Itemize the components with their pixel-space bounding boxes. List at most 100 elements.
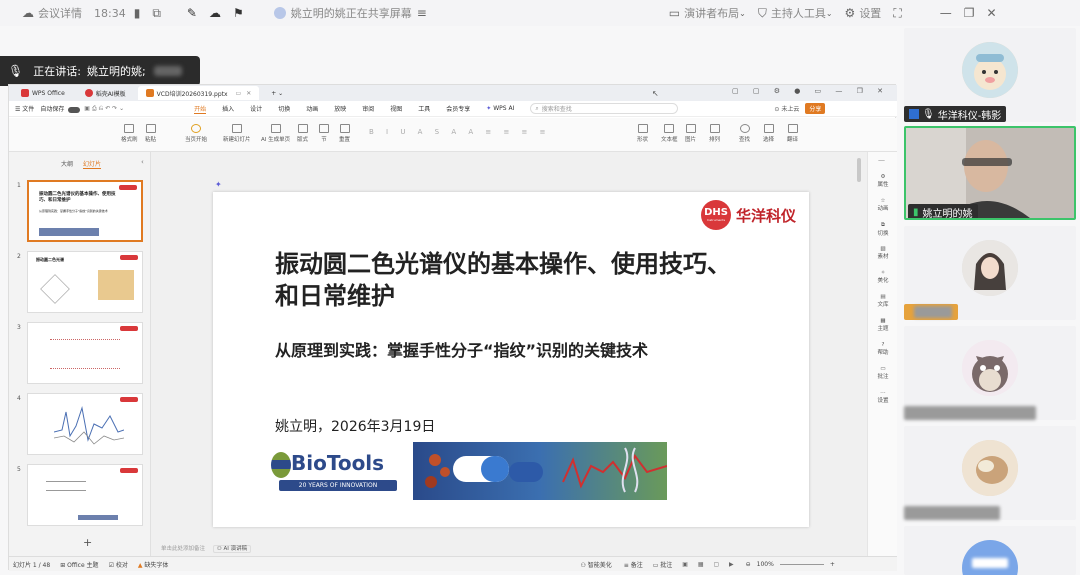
translate-button[interactable]: 翻译	[787, 124, 798, 143]
tab-slides[interactable]: 幻灯片	[82, 161, 101, 169]
tab-outline[interactable]: 大纲	[61, 161, 73, 168]
participant-tile[interactable]	[904, 526, 1076, 575]
menu-wps-ai[interactable]: ✦ WPS AI	[486, 105, 514, 112]
textbox-button[interactable]: 文本框	[661, 124, 678, 143]
participant-tile-active-speaker[interactable]: ▮ 姚立明的姚	[904, 126, 1076, 220]
rail-collapse-icon[interactable]: —	[878, 156, 885, 164]
blurred-name	[904, 406, 1036, 420]
presenter-layout-button[interactable]: ▭ 演讲者布局 ⌄	[669, 5, 746, 21]
new-tab-button[interactable]: + ⌄	[263, 86, 291, 100]
host-tools-button[interactable]: ⛉ 主持人工具 ⌄	[758, 5, 833, 21]
weather-button[interactable]: ☁	[209, 6, 221, 20]
shape-button[interactable]: 形状	[637, 124, 648, 143]
slide-thumbnail-4[interactable]	[27, 393, 143, 455]
dhs-logo-cn: 华洋科仪	[736, 206, 797, 225]
menu-home[interactable]: 开始	[194, 104, 207, 114]
rail-theme[interactable]: ▦ 主题	[868, 318, 898, 332]
vertical-scrollbar[interactable]	[857, 158, 861, 182]
cloud-status[interactable]: ⊙ 未上云	[774, 104, 799, 113]
tab-pptx-file[interactable]: VCD培训20260319.pptx ▭ ✕	[137, 86, 260, 100]
add-slide-button[interactable]: +	[83, 536, 92, 549]
menu-review[interactable]: 审阅	[362, 104, 374, 113]
zoom-in-icon[interactable]: +	[830, 561, 835, 568]
missing-font-button[interactable]: ▲ 缺失字体	[138, 560, 169, 569]
rail-animation[interactable]: ☆ 动画	[868, 198, 898, 212]
menu-tools[interactable]: 工具	[418, 104, 430, 113]
slide-thumbnail-3[interactable]	[27, 322, 143, 384]
participant-tile[interactable]	[904, 426, 1076, 520]
paste-button[interactable]: 粘贴	[145, 124, 156, 143]
quick-access-icons[interactable]: ▣ ⎙ ⎌ ↶ ↷ ⌄	[84, 105, 124, 113]
start-current-button[interactable]: 当页开始	[185, 124, 207, 143]
participant-tile[interactable]: 🎙 华洋科仪-韩影	[904, 28, 1076, 122]
picture-button[interactable]: 图片	[685, 124, 696, 143]
share-button[interactable]: 分享	[805, 103, 826, 114]
settings-button[interactable]: ⚙ 设置	[845, 5, 882, 21]
comment-icon: ▭	[880, 366, 886, 372]
menu-member[interactable]: 会员专享	[446, 104, 470, 113]
layout-button[interactable]: 版式	[297, 124, 308, 143]
smart-beautify-button[interactable]: ⚇ 智能美化	[580, 560, 611, 569]
dhs-logo: DHS Instruments 华洋科仪	[701, 200, 796, 230]
biotools-logo: BioTools 20 YEARS OF INNOVATION	[271, 448, 399, 494]
participant-tile[interactable]	[904, 226, 1076, 320]
current-slide[interactable]: DHS Instruments 华洋科仪 振动圆二色光谱仪的基本操作、使用技巧、…	[213, 192, 809, 527]
speaking-label: 正在讲话:	[33, 65, 81, 78]
popout-button[interactable]: ⧉	[152, 6, 161, 21]
menu-view[interactable]: 视图	[390, 104, 402, 113]
format-painter-button[interactable]: 格式刷	[121, 124, 138, 143]
search-box[interactable]: ⌕ 搜索和查找	[530, 103, 679, 114]
ai-gen-button[interactable]: AI 生成单页	[261, 124, 290, 143]
view-mode-icons[interactable]: ▣ ▦ ▢ ▶	[682, 561, 737, 568]
tab-ai-template[interactable]: 稻壳AI模板	[77, 86, 134, 100]
rail-library[interactable]: ▤ 文库	[868, 294, 898, 308]
comments-button[interactable]: ▭ 批注	[653, 560, 673, 569]
rail-settings[interactable]: ⋯ 设置	[868, 390, 898, 404]
ai-assistant-icon[interactable]: ✦	[215, 180, 222, 189]
meeting-info-button[interactable]: ☁ 会议详情	[22, 5, 82, 21]
menu-animation[interactable]: 动画	[306, 104, 318, 113]
font-format-controls[interactable]: B I U A S A A ≡ ≡ ≡ ≡	[369, 128, 609, 142]
new-slide-button[interactable]: 新建幻灯片	[223, 124, 251, 143]
notes-button[interactable]: ≡ 备注	[624, 560, 643, 569]
slide-thumbnail-5[interactable]	[27, 464, 143, 526]
fullscreen-button[interactable]: ⛶	[893, 6, 901, 21]
participant-tile[interactable]	[904, 326, 1076, 420]
zoom-slider[interactable]	[779, 563, 824, 565]
find-button[interactable]: 查找	[739, 124, 750, 143]
textbox-icon	[664, 124, 675, 133]
slide-thumbnail-1[interactable]: 振动圆二色光谱仪的基本操作、使用技巧、和日常维护 从原理到实践：掌握手性分子"指…	[27, 180, 143, 242]
notes-bar[interactable]: 单击此处添加备注 ⚇ AI 演讲稿	[151, 544, 867, 556]
tab-restore-icon[interactable]: ▭	[236, 90, 242, 97]
menu-transition[interactable]: 切换	[278, 104, 290, 113]
section-button[interactable]: 节	[319, 124, 329, 143]
minimize-button[interactable]: —	[940, 6, 952, 20]
select-button[interactable]: 选择	[763, 124, 774, 143]
annotate-button[interactable]: ✎	[187, 6, 197, 20]
rail-comments[interactable]: ▭ 批注	[868, 366, 898, 380]
restore-button[interactable]: ❐	[964, 6, 975, 20]
rail-help[interactable]: ? 帮助	[868, 342, 898, 356]
tab-close-icon[interactable]: ✕	[246, 90, 251, 97]
arrange-button[interactable]: 排列	[709, 124, 720, 143]
collapse-panel-icon[interactable]: ‹	[141, 158, 144, 166]
rail-properties[interactable]: ⚙ 属性	[868, 174, 898, 188]
rail-transition[interactable]: ⧉ 切换	[868, 222, 898, 237]
menu-insert[interactable]: 插入	[222, 104, 234, 113]
reset-button[interactable]: 重置	[339, 124, 350, 143]
menu-slideshow[interactable]: 放映	[334, 104, 346, 113]
slide-thumbnail-2[interactable]: 振动圆二色光谱	[27, 251, 143, 313]
remote-control-button[interactable]: ⚑	[233, 6, 244, 20]
rail-beautify[interactable]: ✧ 美化	[868, 270, 898, 284]
menu-file[interactable]: ☰ 文件	[15, 104, 34, 113]
close-button[interactable]: ✕	[986, 6, 996, 20]
theme-indicator[interactable]: ⊞ Office 主题	[60, 560, 98, 569]
menu-design[interactable]: 设计	[250, 104, 262, 113]
autosave-toggle[interactable]: 自动保存	[40, 104, 81, 113]
zoom-out-icon[interactable]: ⊖	[746, 561, 751, 568]
ai-notes-button[interactable]: ⚇ AI 演讲稿	[212, 545, 252, 553]
proof-button[interactable]: ☑ 校对	[109, 560, 128, 569]
rail-material[interactable]: ▧ 素材	[868, 246, 898, 260]
tab-wps-office[interactable]: WPS Office	[13, 86, 73, 100]
new-slide-icon	[231, 124, 242, 133]
